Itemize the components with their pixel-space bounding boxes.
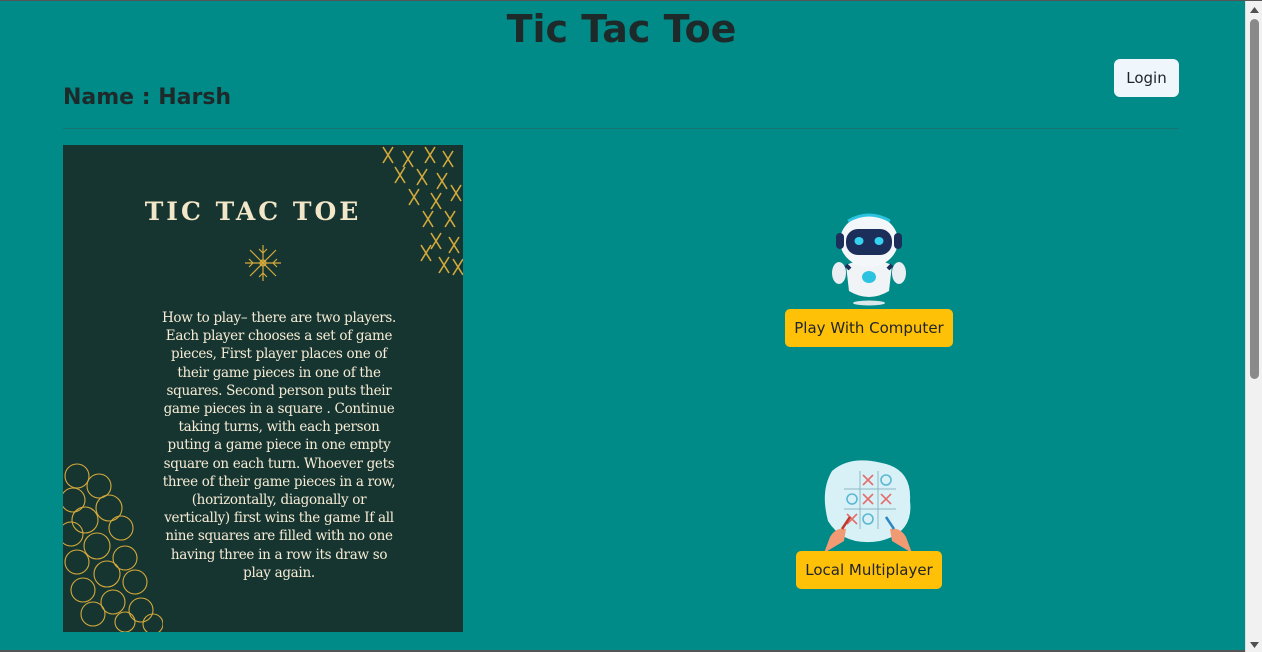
- login-button[interactable]: Login: [1114, 59, 1179, 97]
- robot-icon: [832, 213, 906, 306]
- how-to-play-poster: TIC TAC TOE How to play– there are two p…: [63, 145, 463, 632]
- player-name: Name : Harsh: [63, 85, 232, 110]
- local-multiplayer-button[interactable]: Local Multiplayer: [796, 551, 942, 589]
- vertical-scrollbar[interactable]: [1245, 1, 1262, 652]
- circle-pattern-decoration: [63, 463, 163, 632]
- poster-title: TIC TAC TOE: [144, 197, 362, 226]
- scroll-down-arrow-icon[interactable]: [1246, 636, 1262, 652]
- page-title: Tic Tac Toe: [506, 7, 737, 51]
- scroll-up-arrow-icon[interactable]: [1246, 1, 1262, 18]
- snowflake-icon: [245, 245, 281, 281]
- header-divider: [63, 128, 1179, 129]
- scrollbar-thumb[interactable]: [1250, 19, 1259, 379]
- tic-tac-toe-board-icon: [824, 460, 912, 553]
- how-to-play-text: How to play– there are two players. Each…: [161, 310, 397, 581]
- play-with-computer-button[interactable]: Play With Computer: [785, 309, 953, 347]
